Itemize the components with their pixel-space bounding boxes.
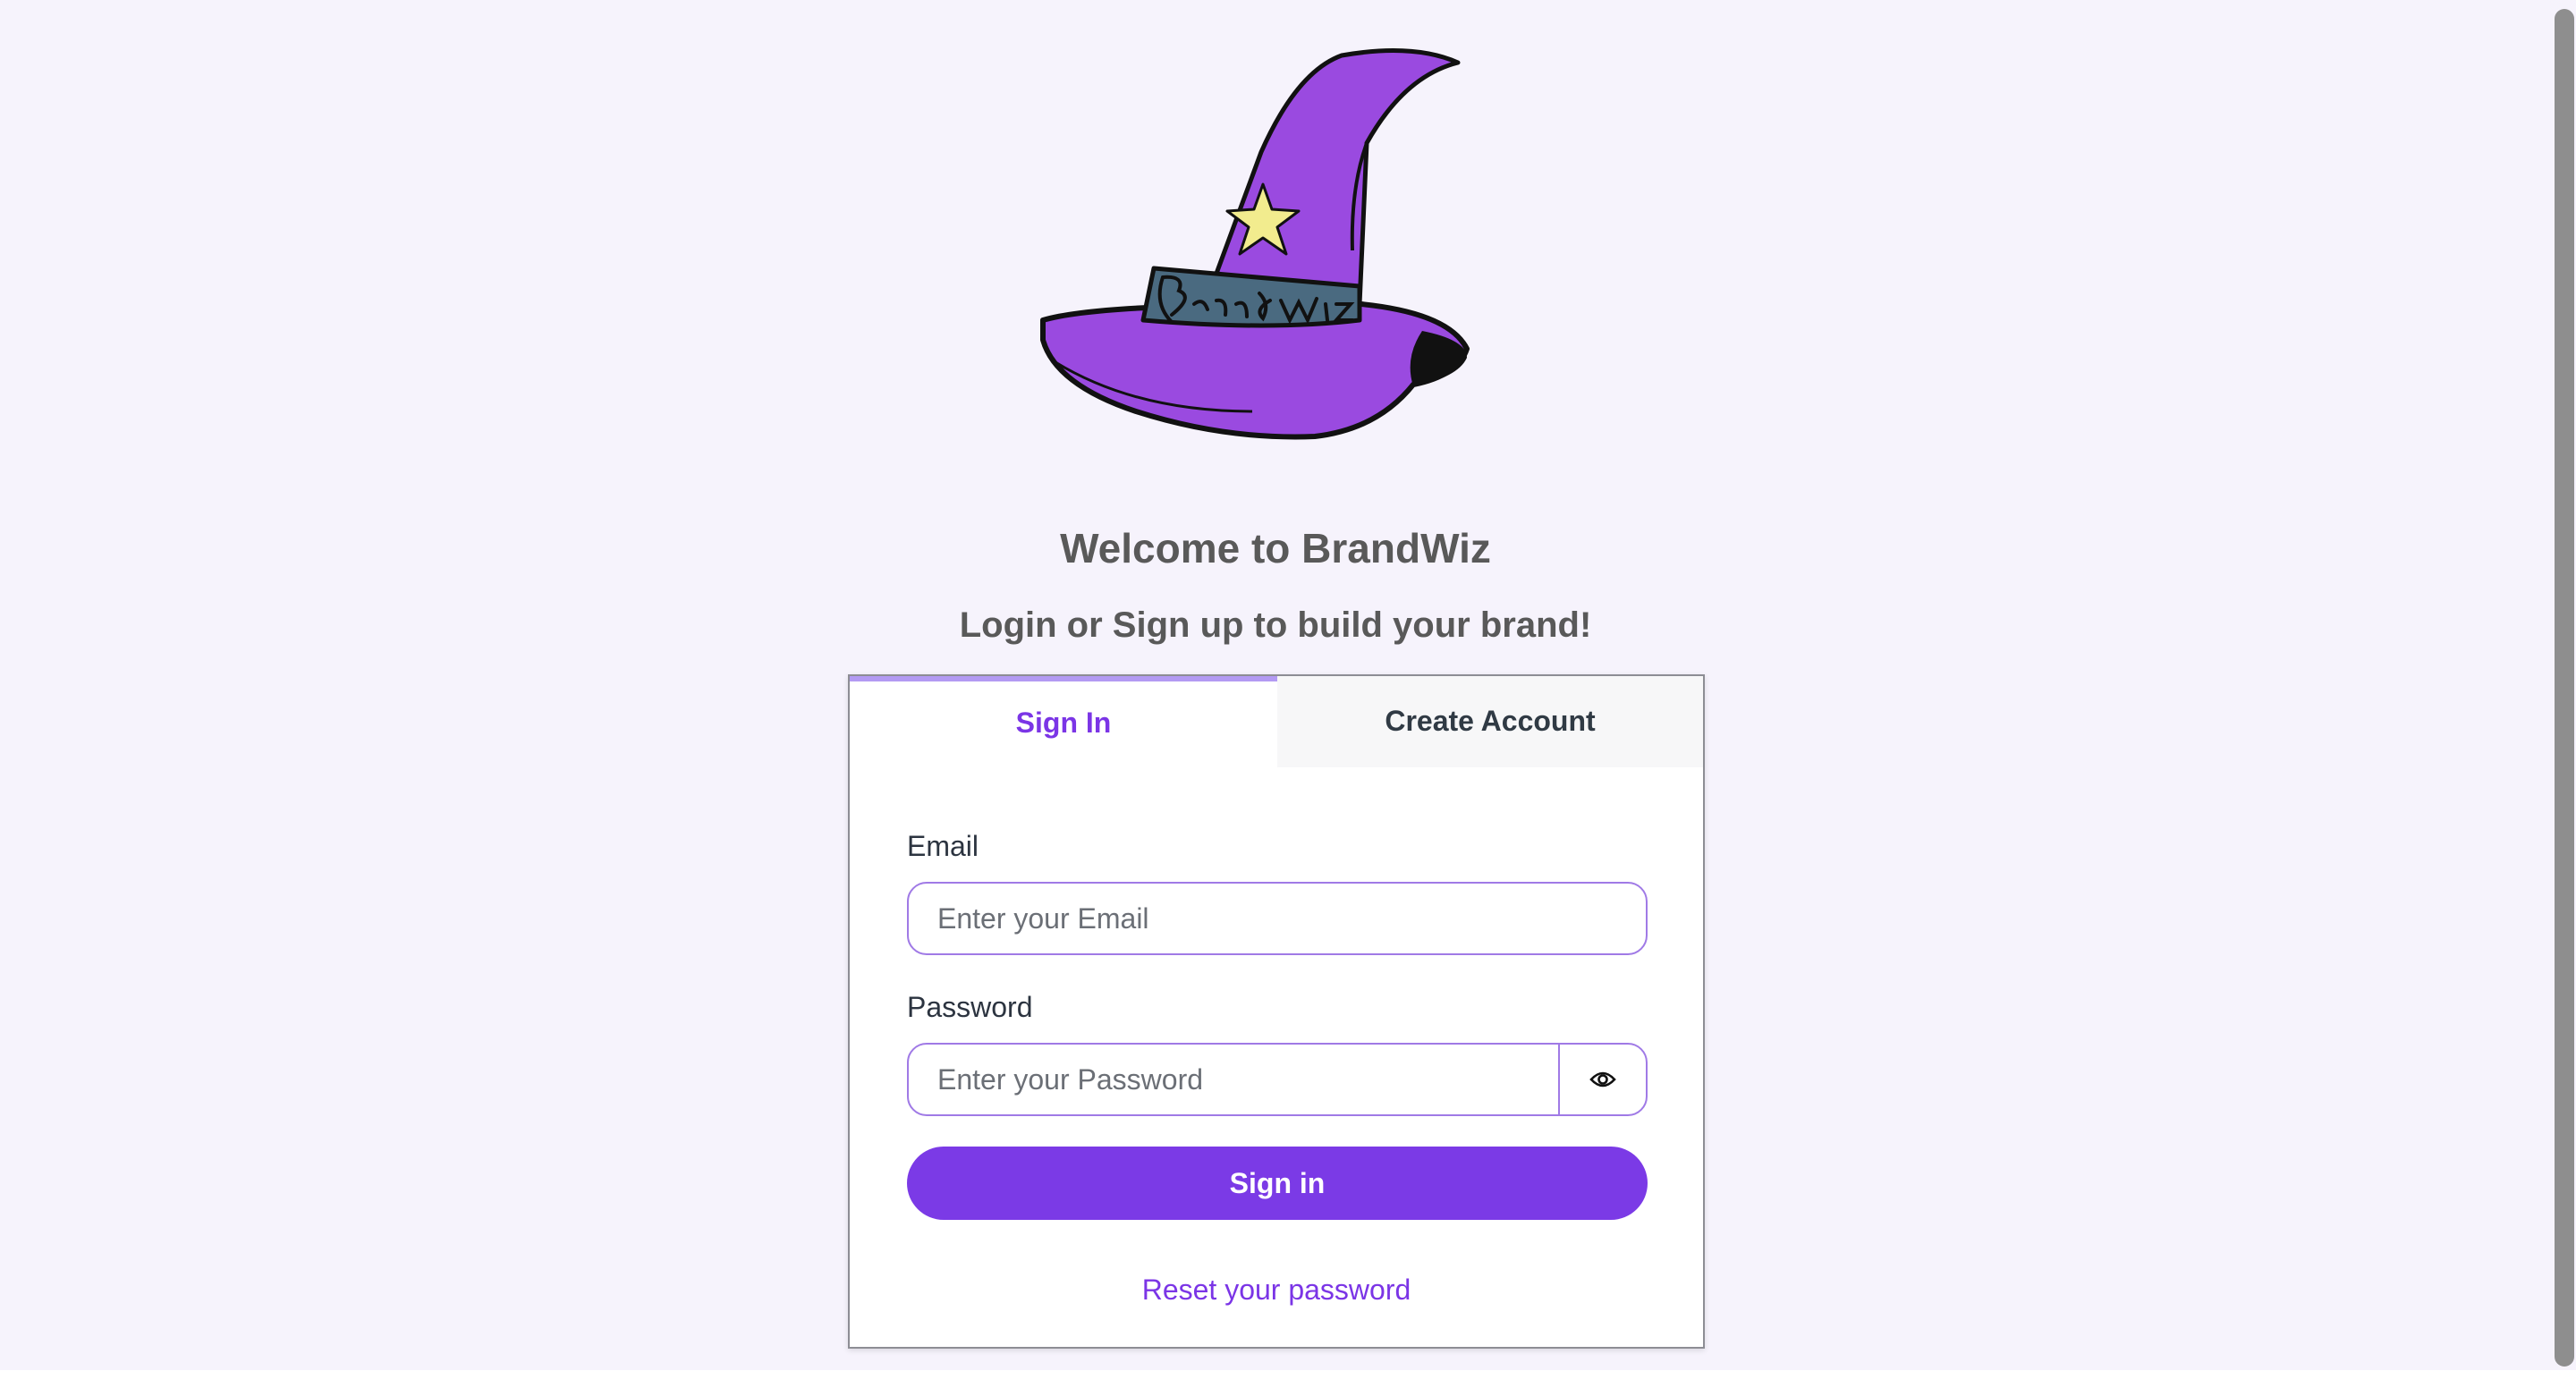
password-field[interactable] <box>907 1043 1560 1116</box>
auth-tabs: Sign In Create Account <box>850 676 1703 767</box>
sign-in-button[interactable]: Sign in <box>907 1147 1648 1220</box>
reset-password-link[interactable]: Reset your password <box>850 1272 1703 1308</box>
email-field[interactable] <box>907 882 1648 955</box>
vertical-scrollbar[interactable] <box>2551 0 2576 1370</box>
eye-icon <box>1589 1071 1616 1088</box>
tab-sign-in[interactable]: Sign In <box>850 676 1277 767</box>
welcome-subtitle: Login or Sign up to build your brand! <box>959 605 1592 645</box>
password-label: Password <box>907 991 1033 1023</box>
scrollbar-thumb[interactable] <box>2555 9 2574 1367</box>
email-label: Email <box>907 830 979 862</box>
show-password-button[interactable] <box>1558 1043 1648 1116</box>
auth-card: Sign In Create Account Email Password Si… <box>848 674 1705 1349</box>
welcome-heading: Welcome to BrandWiz <box>1060 525 1491 571</box>
brandwiz-hat-logo <box>1040 48 1470 440</box>
tab-create-account[interactable]: Create Account <box>1277 676 1703 767</box>
page-background: Welcome to BrandWiz Login or Sign up to … <box>0 0 2551 1370</box>
